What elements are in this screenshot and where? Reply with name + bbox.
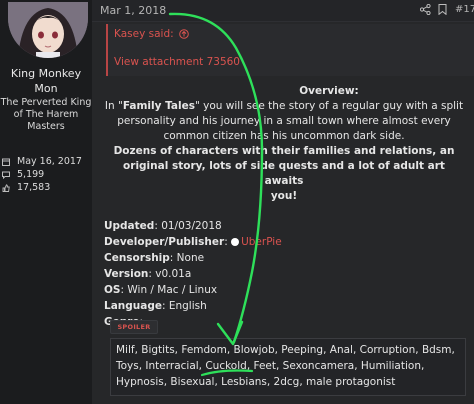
share-icon[interactable]	[420, 4, 431, 15]
detail-developer: Developer/Publisher: UberPie	[104, 236, 282, 248]
messages-count: 5,199	[17, 169, 45, 180]
quote-author-label[interactable]: Kasey said:	[114, 28, 174, 40]
spoiler-button[interactable]: SPOILER	[110, 320, 158, 334]
reaction-stat: 17,583	[2, 181, 90, 194]
post-number[interactable]: #17	[455, 4, 474, 15]
messages-icon	[2, 171, 10, 179]
quote-author[interactable]: Kasey said:	[114, 28, 189, 40]
spoiler-content: Milf, Bigtits, Femdom, Blowjob, Peeping,…	[110, 338, 466, 396]
view-attachment-link[interactable]: View attachment 73560	[114, 56, 240, 68]
publisher-link[interactable]: UberPie	[241, 236, 282, 248]
reaction-score: 17,583	[17, 182, 51, 193]
detail-os: OS: Win / Mac / Linux	[104, 284, 218, 296]
reaction-icon	[2, 183, 10, 192]
quote-block: Kasey said: View attachment 73560	[106, 24, 474, 76]
post-body: Kasey said: View attachment 73560 Overvi…	[92, 22, 474, 404]
detail-version: Version: v0.01a	[104, 268, 192, 280]
user-title: The Perverted King of The Harem Masters	[0, 97, 92, 132]
arrow-up-circle-icon[interactable]	[178, 29, 189, 39]
genre-tags-line: Toys, Interracial, Cuckold, Feet, Sexonc…	[116, 360, 425, 372]
detail-genre: Genre:	[104, 314, 464, 330]
detail-censorship: Censorship: None	[104, 252, 205, 264]
game-title: Family Tales	[122, 100, 195, 112]
messages-stat: 5,199	[2, 168, 90, 181]
genre-tags-line: Hypnosis, Bisexual, Lesbians, 2dcg, male…	[116, 376, 396, 388]
patreon-icon	[231, 238, 240, 246]
calendar-icon	[2, 158, 10, 166]
post-content: Overview: In "Family Tales" you will see…	[104, 84, 464, 330]
features-paragraph: Dozens of characters with their families…	[113, 145, 455, 202]
overview-heading: Overview:	[299, 85, 359, 97]
intro-paragraph: In "Family Tales" you will see the story…	[104, 100, 464, 142]
genre-tags-line: Milf, Bigtits, Femdom, Blowjob, Peeping,…	[116, 344, 455, 356]
detail-language: Language: English	[104, 300, 207, 312]
username[interactable]: King Monkey Mon	[0, 66, 92, 96]
post-date[interactable]: Mar 1, 2018	[100, 4, 166, 17]
detail-updated: Updated: 01/03/2018	[104, 220, 222, 232]
user-stats: May 16, 2017 5,199 17,583	[2, 155, 90, 194]
avatar[interactable]	[8, 2, 88, 58]
user-sidebar: King Monkey Mon The Perverted King of Th…	[0, 0, 92, 404]
post-header: Mar 1, 2018	[92, 0, 474, 22]
avatar-image	[8, 2, 88, 58]
joined-date: May 16, 2017	[17, 156, 82, 167]
joined-stat: May 16, 2017	[2, 155, 90, 168]
bookmark-icon[interactable]	[438, 4, 447, 15]
